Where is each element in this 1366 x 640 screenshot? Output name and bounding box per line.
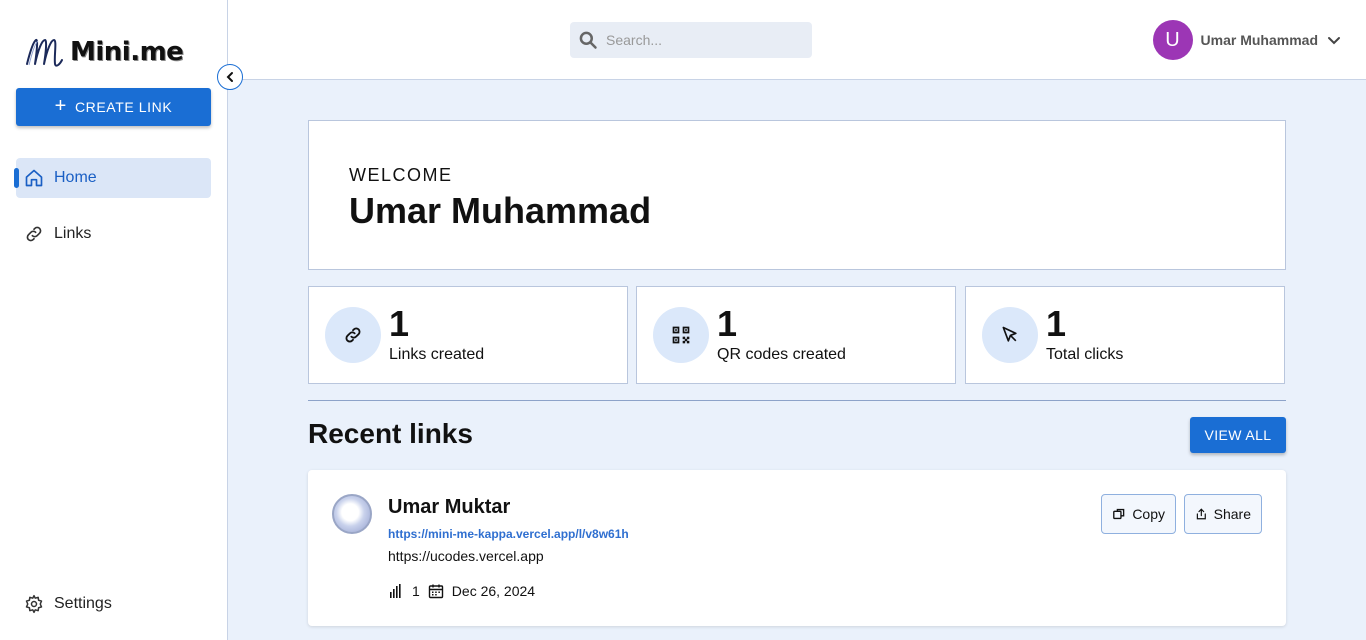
logo[interactable]: Mini.me [24, 32, 184, 72]
globe-icon [332, 494, 372, 534]
click-count: 1 [412, 583, 420, 599]
calendar-icon [428, 584, 443, 599]
bar-chart-icon [390, 584, 401, 598]
stat-label: Links created [389, 346, 485, 363]
chevron-down-icon [1328, 37, 1340, 45]
logo-text: Mini.me [70, 37, 184, 67]
copy-button[interactable]: Copy [1101, 494, 1176, 534]
gear-icon [25, 594, 43, 614]
sidebar-item-home[interactable]: Home [14, 158, 211, 198]
home-icon [25, 169, 43, 187]
welcome-card: WELCOME Umar Muhammad [308, 120, 1286, 270]
sidebar-item-settings[interactable]: Settings [16, 584, 211, 624]
stat-icon-circle [982, 307, 1038, 363]
search-input[interactable] [606, 32, 796, 48]
stat-total-clicks: 1 Total clicks [965, 286, 1285, 384]
stat-icon-circle [653, 307, 709, 363]
avatar: U [1152, 20, 1193, 60]
collapse-sidebar-button[interactable] [217, 64, 243, 90]
link-icon [26, 226, 42, 242]
view-all-button[interactable]: VIEW ALL [1190, 417, 1286, 453]
stat-links-created: 1 Links created [308, 286, 628, 384]
short-url-link[interactable]: https://mini-me-kappa.vercel.app/l/v8w61… [388, 527, 629, 541]
recent-links-heading: Recent links [308, 418, 473, 449]
welcome-label: WELCOME [349, 165, 453, 185]
link-meta: 1 Dec 26, 2024 [388, 583, 535, 599]
stat-value: 1 [1046, 303, 1067, 344]
share-label: Share [1213, 506, 1251, 522]
copy-icon [1113, 508, 1125, 520]
copy-label: Copy [1132, 506, 1165, 522]
stat-label: Total clicks [1046, 346, 1124, 363]
search-icon [579, 31, 597, 49]
stat-label: QR codes created [717, 346, 846, 363]
create-link-button[interactable]: + CREATE LINK [16, 88, 211, 126]
link-card: Umar Muktar https://mini-me-kappa.vercel… [308, 470, 1286, 626]
settings-label: Settings [54, 595, 112, 612]
logo-mark-icon [26, 38, 63, 67]
create-link-label: CREATE LINK [74, 99, 173, 115]
qr-code-icon [672, 326, 690, 344]
cursor-icon [1002, 326, 1017, 342]
search-bar[interactable] [570, 22, 812, 58]
link-title[interactable]: Umar Muktar [388, 496, 510, 519]
user-name: Umar Muhammad [1200, 32, 1318, 48]
stat-qr-codes-created: 1 QR codes created [636, 286, 956, 384]
section-divider [308, 400, 1286, 401]
top-header: U Umar Muhammad [228, 0, 1366, 80]
user-menu[interactable]: U Umar Muhammad [1152, 20, 1342, 60]
stat-value: 1 [717, 303, 738, 344]
sidebar-item-label: Links [54, 225, 92, 242]
share-button[interactable]: Share [1184, 494, 1262, 534]
sidebar-item-label: Home [54, 169, 97, 186]
stat-icon-circle [325, 307, 381, 363]
stat-value: 1 [389, 303, 410, 344]
plus-icon: + [54, 95, 67, 117]
original-url: https://ucodes.vercel.app [388, 548, 544, 564]
sidebar: Mini.me + CREATE LINK Home Links Setting… [0, 0, 228, 640]
link-icon [345, 327, 361, 343]
sidebar-item-links[interactable]: Links [16, 214, 211, 254]
share-icon [1196, 508, 1206, 520]
welcome-name: Umar Muhammad [349, 190, 652, 231]
created-date: Dec 26, 2024 [451, 583, 536, 599]
chevron-left-icon [226, 72, 233, 82]
